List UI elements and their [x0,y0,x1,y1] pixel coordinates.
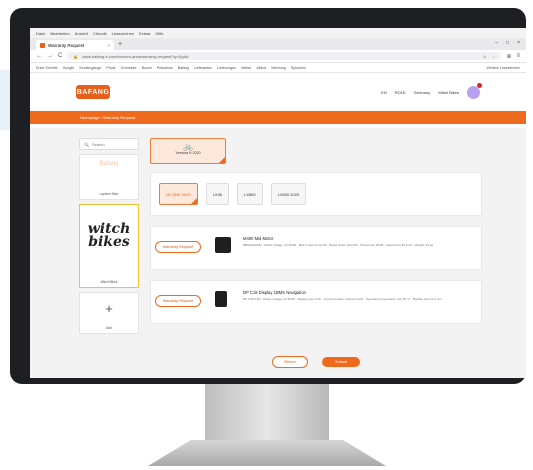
lock-icon: 🔒 [73,53,79,59]
selected-corner-icon [190,198,197,204]
role-link[interactable]: ROLE [395,90,406,95]
submit-button[interactable]: Submit [322,357,360,367]
monitor-stand-neck [205,384,329,442]
menu-icon[interactable]: ≡ [516,53,520,59]
selected-corner-icon [219,157,225,163]
breadcrumb-bar: Homepage › Warranty Request [30,111,526,124]
model-selector: LE ONE 2020 LX06 LX800 LX600 2020 [150,172,482,216]
url-text: www.bafang-e.com/en/oem-area/warranty-re… [82,53,190,59]
brand-card-selected[interactable]: witch bikes Witch Bikes [79,204,139,288]
content-area: 🔍 Search Bafang Lapierre Bike witch bike… [30,128,526,378]
menu-item-history[interactable]: Chronik [93,31,107,38]
back-button[interactable]: ← [36,53,42,59]
bookmark-item[interactable]: Schneider [121,66,137,70]
extensions-icon[interactable]: ⊕ [506,53,511,60]
brand-sidebar: 🔍 Search Bafang Lapierre Bike witch bike… [79,138,139,378]
return-button[interactable]: Return [272,356,308,368]
bookmark-item[interactable]: Bosch [142,66,152,70]
display-image [215,291,227,307]
bafang-logo[interactable]: BAFANG [76,85,110,99]
warranty-request-button[interactable]: Warranty Request [155,241,201,253]
country-link[interactable]: Germany [414,90,430,95]
bookmark-item[interactable]: Google [63,66,75,70]
plus-icon: + [105,301,113,316]
favicon-icon [40,42,45,48]
model-option-active[interactable]: LE ONE 2020 [159,183,198,205]
header-links: EN ROLE Germany Witch Bikes [381,82,482,99]
bookmark-item[interactable]: Lieferanten [194,66,212,70]
product-description: DP C18.CAN · Rated voltage (V) 36/48 · D… [243,297,442,301]
brand-card-label: Lapierre Bike [99,192,119,196]
search-placeholder: Search [91,141,105,147]
bike-card-selected[interactable]: 🚲 Ventura H 2020 [150,138,226,164]
brand-card-ghost: Bafang [99,161,119,167]
account-link[interactable]: Witch Bikes [438,90,459,95]
bookmark-item[interactable]: Privat [106,66,115,70]
product-title: DP C18 Display 1BMS Navigation [243,290,306,295]
monitor-stand-base [148,440,386,466]
monitor: Datei Bearbeiten Ansicht Chronik Lesezei… [10,8,526,384]
reload-button[interactable]: C [58,53,62,59]
bookmark-item[interactable]: Sprachen [291,66,306,70]
menu-bar: Datei Bearbeiten Ansicht Chronik Lesezei… [30,28,526,38]
language-link[interactable]: EN [381,90,387,95]
product-row: Warranty Request DP C18 Display 1BMS Nav… [150,280,482,324]
model-option[interactable]: LX600 2020 [270,183,307,205]
close-tab-icon[interactable]: × [107,43,110,48]
bookmark-star-icon[interactable]: ☆ [492,54,496,59]
minimize-button[interactable]: – [495,40,498,46]
add-brand-card[interactable]: + Add [79,292,139,334]
tab-warranty-request[interactable]: Warranty Request × [36,40,114,50]
nav-bar: ← → C 🔒 www.bafang-e.com/en/oem-area/war… [30,50,526,63]
bookmark-item[interactable]: Präsidium [157,66,173,70]
bike-label: Ventura H 2020 [175,151,201,155]
tab-bar: Warranty Request × + – □ × [30,38,526,50]
bookmark-item[interactable]: Akkus [256,66,266,70]
product-title: M400 Mid Motor [243,236,274,241]
maximize-button[interactable]: □ [506,40,509,46]
close-window-button[interactable]: × [517,40,520,46]
new-tab-button[interactable]: + [118,40,122,50]
motor-image [215,237,231,253]
window-controls: – □ × [495,40,520,46]
avatar[interactable] [467,82,482,99]
site-header: BAFANG EN ROLE Germany Witch Bikes [30,73,526,111]
bookmark-item[interactable]: Werbung [271,66,286,70]
bookmark-item[interactable]: Weiter [241,66,251,70]
breadcrumb[interactable]: Homepage › Warranty Request [80,115,135,120]
address-bar[interactable]: 🔒 www.bafang-e.com/en/oem-area/warranty-… [67,52,502,60]
bookmark-item[interactable]: Erste Schritte [36,66,58,70]
screen: Datei Bearbeiten Ansicht Chronik Lesezei… [30,28,526,378]
main-panel: 🚲 Ventura H 2020 LE ONE 2020 LX06 LX800 … [150,138,482,378]
add-label: Add [106,326,112,330]
menu-item-edit[interactable]: Bearbeiten [50,31,69,38]
forward-button[interactable]: → [47,53,53,59]
translate-icon[interactable]: A [483,54,486,59]
notification-badge [477,82,482,88]
product-row: Warranty Request M400 Mid Motor BBS01/02… [150,226,482,270]
model-option[interactable]: LX800 [237,183,263,205]
bookmark-item[interactable]: Bafang [178,66,189,70]
brand-card[interactable]: Bafang Lapierre Bike [79,154,139,200]
search-icon: 🔍 [84,141,89,147]
bookmark-item[interactable]: Lieferungen [217,66,236,70]
other-bookmarks[interactable]: Weitere Lesezeichen [487,66,521,70]
witch-bikes-logo: witch bikes [87,221,131,250]
brand-card-label: Witch Bikes [100,280,118,284]
menu-item-help[interactable]: Hilfe [155,31,163,38]
action-bar: Return Submit [150,354,482,370]
menu-item-view[interactable]: Ansicht [75,31,88,38]
product-description: BBS01/02/HD · Rated voltage (V) 36/48 · … [243,243,434,247]
menu-item-bookmarks[interactable]: Lesezeichen [112,31,134,38]
search-input[interactable]: 🔍 Search [79,138,139,150]
model-option[interactable]: LX06 [205,183,230,205]
tab-title: Warranty Request [48,42,85,48]
menu-item-file[interactable]: Datei [36,31,45,38]
bicycle-icon: 🚲 [183,142,193,151]
bookmark-item[interactable]: Studiengänge [79,66,101,70]
warranty-request-button[interactable]: Warranty Request [155,295,201,307]
bookmarks-bar: Erste Schritte Google Studiengänge Priva… [30,63,526,73]
menu-item-tools[interactable]: Extras [139,31,150,38]
